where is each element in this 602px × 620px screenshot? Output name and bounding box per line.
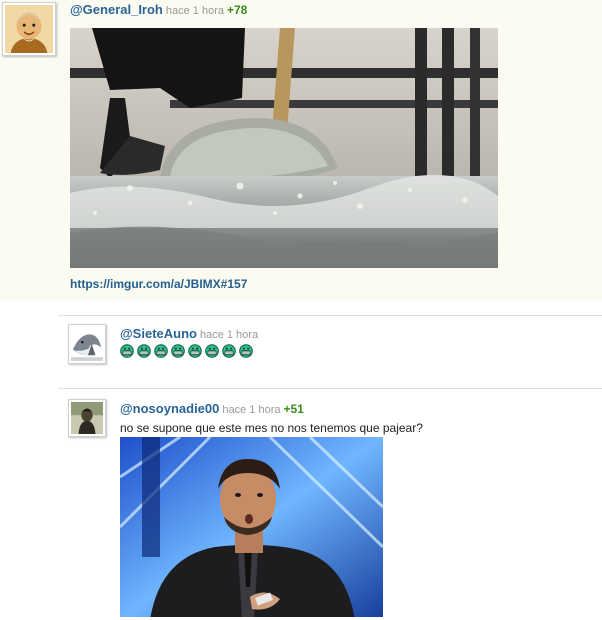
external-link[interactable]: https://imgur.com/a/JBIMX#157 — [70, 277, 247, 291]
comment-header: @nosoynadie00 hace 1 hora +51 — [120, 401, 304, 418]
grin-emote-icon — [154, 344, 168, 358]
iroh-avatar-icon — [5, 5, 53, 53]
tv-host-gif-icon — [120, 437, 383, 617]
shovel-water-gif-icon — [70, 28, 498, 268]
timestamp: hace 1 hora — [165, 5, 224, 17]
grin-emote-icon — [171, 344, 185, 358]
user-avatar[interactable] — [68, 324, 106, 364]
user-avatar[interactable] — [68, 399, 106, 437]
user-avatar[interactable] — [2, 2, 56, 56]
grin-emote-icon — [137, 344, 151, 358]
comment-header: @SieteAuno hace 1 hora — [120, 326, 258, 343]
grin-emote-icon — [205, 344, 219, 358]
comment-item: @General_Iroh hace 1 hora +78 https://im… — [0, 0, 602, 300]
timestamp: hace 1 hora — [199, 329, 259, 341]
timestamp: hace 1 hora — [222, 404, 281, 416]
comment-item: @SieteAuno hace 1 hora — [58, 315, 602, 388]
grin-emote-icon — [120, 344, 134, 358]
username-link[interactable]: @SieteAuno — [120, 326, 197, 341]
soldier-avatar-icon — [71, 402, 103, 434]
shark-avatar-icon — [71, 327, 103, 361]
grin-emote-icon — [188, 344, 202, 358]
comment-header: @General_Iroh hace 1 hora +78 — [70, 2, 247, 19]
comment-text: no se supone que este mes no nos tenemos… — [120, 421, 423, 435]
comment-media[interactable] — [120, 437, 383, 617]
comment-item: @nosoynadie00 hace 1 hora +51 no se supone… — [58, 388, 602, 620]
score-badge: +51 — [283, 402, 304, 416]
grin-emote-icon — [239, 344, 253, 358]
emote-row — [120, 344, 253, 358]
grin-emote-icon — [222, 344, 236, 358]
username-link[interactable]: @General_Iroh — [70, 2, 163, 17]
username-link[interactable]: @nosoynadie00 — [120, 401, 219, 416]
score-badge: +78 — [226, 3, 248, 17]
comment-media[interactable] — [70, 28, 498, 268]
